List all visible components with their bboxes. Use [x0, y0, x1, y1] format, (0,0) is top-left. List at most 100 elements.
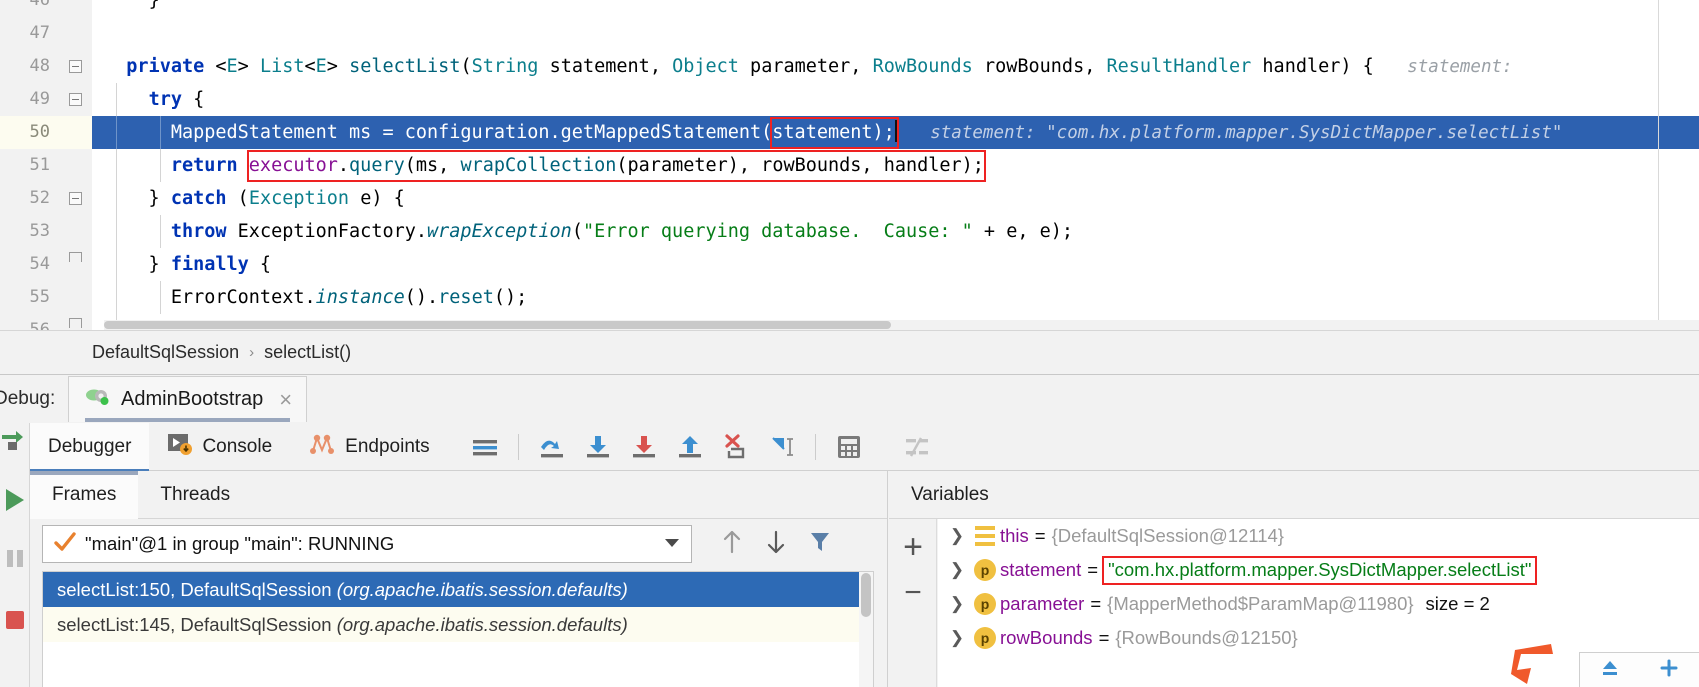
move-frame-down-button[interactable]: [754, 522, 798, 566]
gutter-spacer: [92, 314, 104, 330]
add-watch-button[interactable]: +: [891, 525, 935, 569]
evaluate-expression-icon[interactable]: [826, 423, 872, 471]
step-out-icon[interactable]: [667, 423, 713, 471]
variable-equals: =: [1035, 525, 1046, 547]
code-text: return executor.query(ms, wrapCollection…: [104, 149, 1699, 182]
fold-gutter[interactable]: [62, 182, 92, 215]
gutter-spacer: [92, 281, 104, 314]
fold-gutter[interactable]: [62, 17, 92, 50]
variable-row[interactable]: ❯ this = {DefaultSqlSession@12114}: [938, 519, 1699, 553]
editor-horizontal-scrollbar[interactable]: [104, 320, 1699, 330]
chevron-right-icon[interactable]: ❯: [944, 628, 970, 648]
remove-watch-button[interactable]: −: [891, 571, 935, 615]
filter-frames-button[interactable]: [798, 522, 842, 566]
chevron-down-icon[interactable]: [665, 539, 679, 547]
debug-side-toolbar: [0, 423, 30, 687]
fold-collapse-icon[interactable]: [69, 93, 82, 106]
frames-tab-strip: Frames Threads: [30, 471, 887, 519]
breadcrumb-class[interactable]: DefaultSqlSession: [92, 342, 239, 363]
step-plus-icon[interactable]: [1658, 658, 1680, 683]
arrow-down-icon: [764, 529, 788, 560]
fold-gutter[interactable]: [62, 149, 92, 182]
rerun-icon[interactable]: [0, 423, 30, 457]
debug-session-icon: [85, 384, 111, 415]
code-text: [104, 17, 1699, 50]
step-over-icon[interactable]: [529, 423, 575, 471]
run-to-cursor-icon[interactable]: [759, 423, 805, 471]
code-line[interactable]: 54 } finally {: [0, 248, 1699, 281]
fold-collapse-icon[interactable]: [69, 192, 82, 205]
toolbar-divider: [518, 434, 519, 460]
tab-console[interactable]: Console: [149, 423, 290, 471]
tab-endpoints[interactable]: Endpoints: [290, 423, 448, 471]
floating-mini-toolbar[interactable]: [1579, 652, 1699, 687]
fold-end-marker[interactable]: [69, 318, 82, 328]
fold-gutter[interactable]: [62, 248, 92, 281]
code-line[interactable]: 49 try {: [0, 83, 1699, 116]
resume-program-icon[interactable]: [0, 483, 30, 517]
close-icon[interactable]: ×: [279, 387, 292, 413]
scrollbar-thumb[interactable]: [861, 573, 871, 617]
code-line[interactable]: 55 ErrorContext.instance().reset();: [0, 281, 1699, 314]
fold-gutter[interactable]: [62, 0, 92, 17]
pause-program-icon[interactable]: [0, 541, 30, 575]
gutter-spacer: [92, 248, 104, 281]
parameter-icon: p: [970, 627, 1000, 649]
code-line[interactable]: 51 return executor.query(ms, wrapCollect…: [0, 149, 1699, 182]
line-number: 54: [0, 248, 62, 281]
fold-gutter[interactable]: [62, 215, 92, 248]
debug-session-name: AdminBootstrap: [121, 388, 263, 411]
variable-value: {MapperMethod$ParamMap@11980}: [1107, 593, 1413, 615]
code-line[interactable]: 46 }: [0, 0, 1699, 17]
code-line[interactable]: 47: [0, 17, 1699, 50]
force-step-into-icon[interactable]: [621, 423, 667, 471]
code-editor[interactable]: 46 } 47 48 private <E> List<E> selectLis…: [0, 0, 1699, 330]
tab-console-label: Console: [202, 436, 272, 458]
code-line[interactable]: 53 throw ExceptionFactory.wrapException(…: [0, 215, 1699, 248]
variable-row[interactable]: ❯ p rowBounds = {RowBounds@12150}: [938, 621, 1699, 655]
drop-frame-icon[interactable]: [713, 423, 759, 471]
show-execution-point-icon[interactable]: [462, 423, 508, 471]
code-line[interactable]: 52 } catch (Exception e) {: [0, 182, 1699, 215]
settings-lines-icon[interactable]: [894, 423, 940, 471]
thread-selector-row: "main"@1 in group "main": RUNNING: [30, 519, 888, 569]
debug-session-tab[interactable]: AdminBootstrap ×: [68, 376, 307, 422]
debug-window-header: Debug: AdminBootstrap ×: [0, 375, 1699, 423]
gutter-spacer: [92, 50, 104, 83]
chevron-right-icon[interactable]: ❯: [944, 560, 970, 580]
chevron-right-icon[interactable]: ❯: [944, 594, 970, 614]
step-up-icon[interactable]: [1599, 658, 1621, 683]
toolbar-divider: [815, 434, 816, 460]
fold-end-marker[interactable]: [69, 252, 82, 262]
variable-row[interactable]: ❯ p statement = "com.hx.platform.mapper.…: [938, 553, 1699, 587]
tab-threads[interactable]: Threads: [138, 471, 252, 519]
step-into-icon[interactable]: [575, 423, 621, 471]
breadcrumb[interactable]: DefaultSqlSession › selectList(): [0, 330, 1699, 374]
tab-frames[interactable]: Frames: [30, 471, 138, 519]
code-line[interactable]: 48 private <E> List<E> selectList(String…: [0, 50, 1699, 83]
fold-gutter[interactable]: [62, 50, 92, 83]
code-line-execution-point[interactable]: 50 MappedStatement ms = configuration.ge…: [0, 116, 1699, 149]
breadcrumb-method[interactable]: selectList(): [264, 342, 351, 363]
thread-selector-combobox[interactable]: "main"@1 in group "main": RUNNING: [42, 525, 692, 563]
fold-gutter[interactable]: [62, 116, 92, 149]
frames-scrollbar[interactable]: [859, 572, 873, 687]
fold-collapse-icon[interactable]: [69, 60, 82, 73]
move-frame-up-button[interactable]: [710, 522, 754, 566]
chevron-right-icon[interactable]: ❯: [944, 526, 970, 546]
frame-list-item[interactable]: selectList:145, DefaultSqlSession (org.a…: [43, 607, 873, 642]
fold-gutter[interactable]: [62, 281, 92, 314]
tab-debugger[interactable]: Debugger: [30, 423, 149, 471]
frame-list-item[interactable]: selectList:150, DefaultSqlSession (org.a…: [43, 572, 873, 607]
scrollbar-thumb[interactable]: [104, 321, 891, 329]
variable-row[interactable]: ❯ p parameter = {MapperMethod$ParamMap@1…: [938, 587, 1699, 621]
variable-value: {RowBounds@12150}: [1115, 627, 1297, 649]
fold-gutter[interactable]: [62, 314, 92, 330]
line-number: 52: [0, 182, 62, 215]
line-number: 49: [0, 83, 62, 116]
line-number: 53: [0, 215, 62, 248]
fold-gutter[interactable]: [62, 83, 92, 116]
stop-icon[interactable]: [0, 603, 30, 637]
frames-list[interactable]: selectList:150, DefaultSqlSession (org.a…: [42, 571, 874, 687]
line-number: 51: [0, 149, 62, 182]
